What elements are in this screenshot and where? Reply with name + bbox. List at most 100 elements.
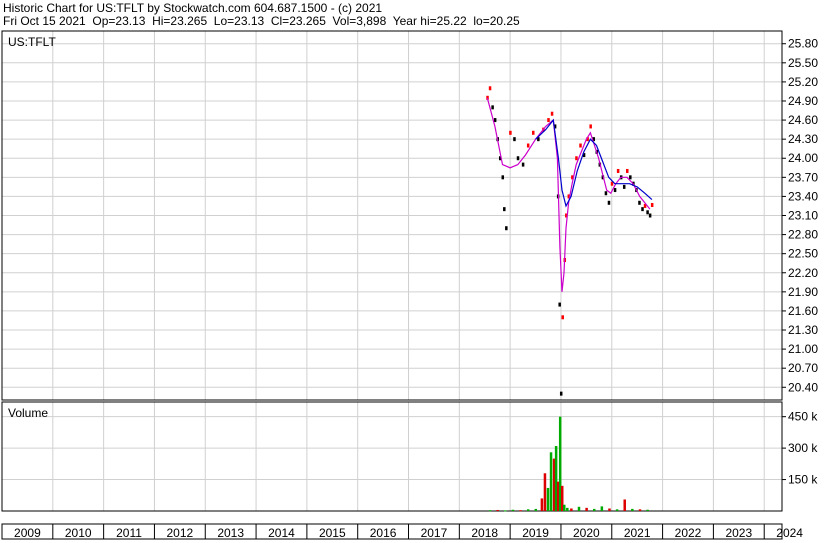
volume-bar (563, 504, 566, 511)
x-axis: 2009 2010 2011 2012 2013 2014 2015 2016 2017 2018… (1, 524, 803, 540)
x-tick-label: 2017 (421, 526, 448, 540)
volume-bar (566, 507, 569, 511)
price-tick-label: 25.80 (788, 37, 818, 51)
volume-bar (570, 508, 573, 511)
x-tick-label: 2023 (725, 526, 752, 540)
x-tick-label: 2010 (65, 526, 92, 540)
price-tick-label: 21.60 (788, 304, 818, 318)
x-tick-label: 2009 (14, 526, 41, 540)
volume-bar (592, 508, 596, 511)
volume-bar (496, 509, 499, 511)
price-bar (505, 226, 508, 231)
volume-bar (519, 510, 522, 512)
price-bar (526, 143, 530, 148)
price-tick-label: 24.90 (788, 94, 818, 108)
price-bar (622, 184, 626, 189)
volume-bar (526, 509, 530, 511)
x-tick-label: 2024 (776, 526, 803, 540)
volume-bar (638, 509, 642, 511)
price-bar (559, 391, 563, 396)
price-tick-label: 24.00 (788, 151, 818, 165)
price-tick-label: 22.80 (788, 228, 818, 242)
volume-label: Volume (8, 406, 48, 420)
price-bar (513, 137, 516, 142)
price-tick-label: 20.70 (788, 361, 818, 375)
volume-bar (600, 506, 604, 511)
volume-bar (504, 510, 507, 512)
price-tick-label: 24.60 (788, 113, 818, 127)
price-bar (604, 191, 608, 196)
x-tick-label: 2018 (471, 526, 498, 540)
moving-averages (486, 97, 653, 292)
volume-tick-label: 300 k (788, 441, 818, 455)
price-bar (488, 86, 492, 91)
price-bar (629, 175, 632, 180)
price-bar (521, 162, 525, 167)
price-bar (503, 207, 506, 212)
price-bar (646, 210, 649, 215)
volume-bar (585, 507, 588, 511)
price-bar (550, 111, 554, 116)
price-bar (491, 105, 494, 110)
price-tick-label: 24.30 (788, 132, 818, 146)
volume-bar (646, 509, 649, 511)
price-bar (589, 124, 592, 129)
volume-bar (623, 499, 626, 511)
price-bar (561, 315, 564, 320)
price-bar (547, 118, 550, 123)
grid-lines (2, 31, 782, 511)
price-axis: 25.80 25.50 25.20 24.90 24.60 24.30 24.00 23.70… (782, 37, 818, 394)
price-bar (532, 130, 535, 135)
x-tick-label: 2011 (116, 526, 142, 540)
volume-bar (546, 487, 550, 511)
x-tick-label: 2021 (624, 526, 651, 540)
x-tick-label: 2022 (675, 526, 702, 540)
price-bar (607, 200, 611, 205)
volume-panel-frame (1, 401, 783, 512)
price-bar (641, 207, 644, 212)
price-bar (626, 168, 629, 173)
volume-bar (549, 452, 553, 511)
x-tick-label: 2016 (370, 526, 397, 540)
x-tick-label: 2012 (166, 526, 193, 540)
price-tick-label: 22.20 (788, 266, 818, 280)
x-tick-label: 2013 (217, 526, 244, 540)
price-bar (613, 188, 617, 193)
price-bar (648, 213, 652, 218)
symbol-label: US:TFLT (8, 35, 56, 49)
price-tick-label: 20.40 (788, 380, 818, 394)
volume-bar (577, 506, 581, 511)
price-tick-label: 23.70 (788, 170, 818, 184)
price-bar (650, 203, 654, 208)
price-bar (558, 302, 561, 307)
price-bar (501, 175, 505, 180)
volume-bar (540, 498, 544, 511)
price-bar (616, 168, 620, 173)
price-bar (579, 143, 582, 148)
volume-bars (488, 416, 649, 512)
price-tick-label: 21.00 (788, 342, 818, 356)
price-tick-label: 23.40 (788, 189, 818, 203)
price-bar (493, 118, 497, 123)
volume-bar (631, 508, 634, 511)
volume-bar (615, 509, 619, 511)
price-tick-label: 25.50 (788, 56, 818, 70)
x-tick-label: 2015 (319, 526, 346, 540)
volume-bar (608, 508, 611, 511)
price-bar (509, 130, 512, 135)
long-moving-average-line (535, 118, 653, 208)
volume-bar (543, 473, 547, 511)
volume-axis: 450 k 300 k 150 k (782, 410, 818, 487)
volume-tick-label: 450 k (788, 410, 818, 424)
volume-bar (534, 508, 538, 511)
volume-bar (488, 510, 492, 512)
price-bar (575, 156, 578, 161)
price-tick-label: 21.30 (788, 323, 818, 337)
price-tick-label: 23.10 (788, 209, 818, 223)
volume-bar (511, 509, 515, 511)
price-bar (638, 200, 641, 205)
x-tick-label: 2019 (522, 526, 549, 540)
price-bar (516, 156, 520, 161)
price-tick-label: 22.50 (788, 247, 818, 261)
price-tick-label: 21.90 (788, 285, 818, 299)
